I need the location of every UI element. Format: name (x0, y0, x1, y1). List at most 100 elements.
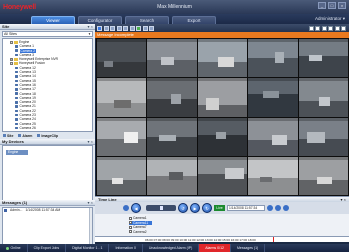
site-dropdown[interactable]: All Sites ▼ (2, 31, 93, 37)
collapse-icon[interactable]: - (10, 40, 13, 44)
camera-tile[interactable] (197, 78, 248, 117)
user-menu[interactable]: Administrator ▾ (315, 16, 345, 22)
step-back-button[interactable]: ↺ (178, 203, 188, 213)
camera-icon (15, 53, 18, 57)
minimize-button[interactable]: _ (318, 2, 326, 9)
panel-pin-icon[interactable]: ▾ × (88, 200, 93, 205)
layout-d-button[interactable] (328, 25, 333, 31)
message-user: Admin... (10, 208, 23, 212)
status-export-jobs[interactable]: Clip Export Jobs (28, 244, 67, 252)
message-row[interactable]: Admin... 1/14/2008 11:57:34 AM (3, 208, 92, 213)
tab-imageclip[interactable]: ImageClip (37, 134, 58, 138)
sequence-button[interactable] (149, 25, 154, 31)
record-button[interactable] (136, 25, 141, 31)
camera-overlay (197, 78, 248, 82)
video-toolbar (95, 24, 349, 32)
layout-c-button[interactable] (321, 25, 327, 31)
camera-tile[interactable] (97, 39, 147, 78)
go-to-time-button[interactable] (267, 205, 273, 211)
tab-site[interactable]: Site (3, 134, 13, 138)
skip-back-button[interactable] (123, 205, 129, 211)
close-button[interactable]: × (338, 2, 346, 9)
panel-pin-icon[interactable]: ▾ × (88, 139, 93, 144)
camera-tile[interactable] (248, 117, 298, 156)
status-alarms[interactable]: Alarms 0/12 (199, 244, 231, 252)
status-online[interactable]: Online (0, 244, 28, 252)
camera-tile[interactable] (97, 117, 147, 156)
camera-tile[interactable] (248, 39, 298, 78)
camera-overlay (147, 156, 197, 160)
tab-configurator[interactable]: Configurator (78, 16, 122, 24)
camera-scene (248, 58, 298, 78)
rewind-button[interactable]: ◀ (131, 203, 141, 213)
timeline-camera-row[interactable]: Camera2 (129, 230, 147, 234)
layout-5x4-button[interactable] (123, 25, 128, 31)
chevron-down-icon: ▼ (88, 32, 91, 36)
camera-checkbox[interactable] (129, 225, 132, 229)
speed-slider[interactable] (146, 205, 176, 211)
tab-alarm[interactable]: Alarm (18, 134, 32, 138)
timeline-ruler[interactable]: 06:00 07:00 08:00 09:00 10:00 11:00 12:0… (95, 236, 349, 242)
layout-1x1-button[interactable] (97, 25, 102, 31)
camera-tile[interactable] (298, 156, 348, 195)
snapshot-button[interactable] (129, 25, 135, 31)
tree-item[interactable]: Camera 26 (3, 126, 92, 130)
messages-scrollbar[interactable] (89, 208, 92, 244)
camera-tile[interactable] (197, 117, 248, 156)
status-messages[interactable]: Messages (1) (231, 244, 266, 252)
layout-2x2-button[interactable] (103, 25, 109, 31)
camera-tile[interactable] (248, 156, 298, 195)
camera-tile[interactable] (298, 117, 348, 156)
step-forward-button[interactable]: ↻ (202, 203, 212, 213)
camera-checkbox[interactable] (129, 230, 132, 234)
folder-icon (14, 40, 18, 44)
play-pause-button[interactable]: ▶ (190, 203, 200, 213)
camera-icon (15, 105, 18, 108)
layout-4x4-button[interactable] (116, 25, 122, 31)
device-item[interactable]: Engine (6, 150, 28, 155)
layout-f-button[interactable] (341, 25, 346, 31)
camera-tile[interactable] (197, 156, 248, 195)
expand-icon[interactable]: + (10, 57, 13, 61)
camera-icon (15, 101, 18, 104)
tab-search[interactable]: Search (125, 16, 169, 24)
camera-overlay (197, 39, 248, 42)
camera-tile[interactable] (97, 78, 147, 117)
camera-checkbox[interactable] (129, 216, 132, 220)
camera-tile[interactable] (248, 78, 298, 117)
scene-object (274, 51, 285, 63)
layout-a-button[interactable] (308, 25, 314, 31)
status-digital-monitor[interactable]: Digital Monitor 1 - 1 (66, 244, 110, 252)
layout-e-button[interactable] (334, 25, 340, 31)
timeline-date-field[interactable]: 1/14/2008 11:57:34 (227, 205, 265, 211)
status-information[interactable]: Information 0 (109, 244, 143, 252)
play-button[interactable] (142, 25, 148, 31)
tab-export[interactable]: Export (172, 16, 216, 24)
site-panel-tabs: Site Alarm ImageClip (0, 132, 95, 139)
layout-3x3-button[interactable] (110, 25, 115, 31)
layout-b-button[interactable] (315, 25, 320, 31)
zoom-in-button[interactable] (275, 205, 281, 211)
status-unack-alarm[interactable]: Unacknowledged Alarm (IP) (143, 244, 200, 252)
timeline-cursor[interactable] (273, 237, 274, 242)
messages-panel-header: Messages (1) ▾ × (0, 200, 95, 206)
camera-tile[interactable] (147, 39, 197, 78)
panel-pin-icon[interactable]: ▾ × (88, 24, 93, 29)
collapse-icon[interactable]: - (10, 62, 13, 66)
camera-tile[interactable] (197, 39, 248, 78)
scene-object (306, 131, 325, 144)
site-tree: - Engine Camera 1 Camera 2 Camera 3 + Honeywel… (2, 38, 93, 132)
tab-viewer[interactable]: Viewer (31, 16, 75, 24)
camera-checkbox[interactable] (129, 221, 132, 225)
camera-tile[interactable] (97, 156, 147, 195)
camera-tile[interactable] (147, 156, 197, 195)
window-controls: _ □ × (318, 2, 346, 9)
camera-tile[interactable] (298, 78, 348, 117)
maximize-button[interactable]: □ (328, 2, 336, 9)
camera-tile[interactable] (298, 39, 348, 78)
camera-tile[interactable] (147, 78, 197, 117)
zoom-out-button[interactable] (283, 205, 289, 211)
camera-overlay (248, 156, 298, 160)
camera-tile[interactable] (147, 117, 197, 156)
live-button[interactable]: Live (214, 205, 225, 211)
